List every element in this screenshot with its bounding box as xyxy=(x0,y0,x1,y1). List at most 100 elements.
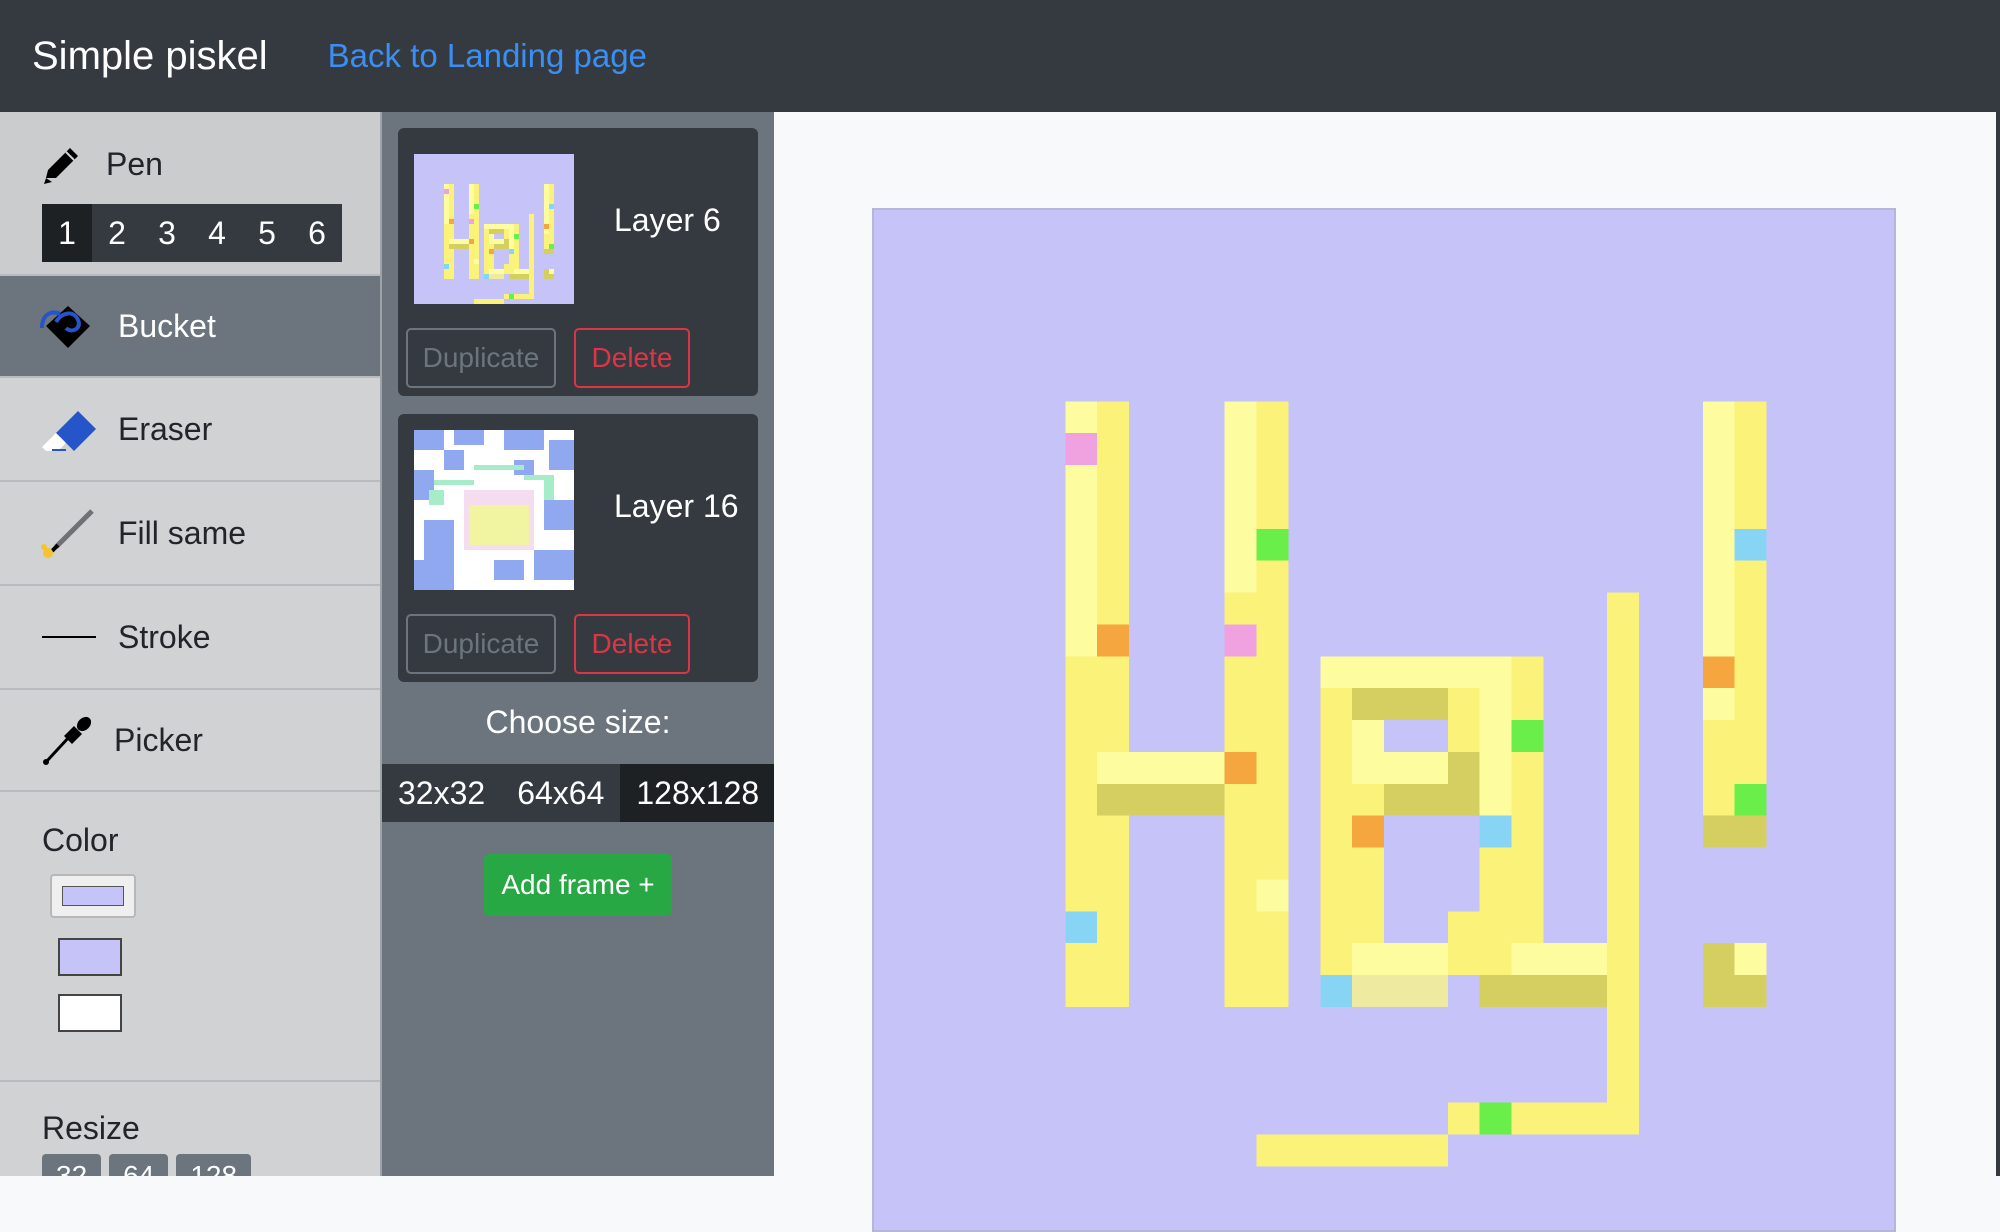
pen-tool[interactable]: Pen 1 2 3 4 5 6 xyxy=(0,112,380,276)
pixel-block xyxy=(549,244,554,249)
pixel-block xyxy=(489,274,504,279)
pixel-block xyxy=(469,219,474,224)
pixel-block xyxy=(1702,943,1735,975)
pixel-block xyxy=(529,214,534,299)
layer-card: Layer 6 Duplicate Delete xyxy=(398,128,758,396)
thumbnail-blob xyxy=(549,440,574,470)
pixel-block xyxy=(1097,783,1225,816)
pixel-block xyxy=(474,259,479,264)
resize-128-button[interactable]: 128 xyxy=(176,1154,252,1176)
layer-thumbnail[interactable] xyxy=(414,430,574,590)
pixel-block xyxy=(469,184,474,214)
pixel-block xyxy=(544,224,549,229)
pixel-block xyxy=(1479,975,1608,1007)
duplicate-button[interactable]: Duplicate xyxy=(406,328,556,388)
color-input-swatch xyxy=(62,886,124,906)
resize-64-button[interactable]: 64 xyxy=(109,1154,169,1176)
thumbnail-blob xyxy=(454,430,484,445)
pixel-block xyxy=(1097,624,1129,657)
pixel-block xyxy=(509,274,529,279)
pixel-block xyxy=(1320,975,1353,1007)
pixel-block xyxy=(1702,656,1735,689)
pixel-block xyxy=(1479,656,1512,816)
thumbnail-blob xyxy=(534,550,574,580)
pixel-block xyxy=(1352,720,1384,784)
pixel-block xyxy=(1224,624,1257,657)
pen-size-5[interactable]: 5 xyxy=(242,204,292,262)
tools-sidebar: Pen 1 2 3 4 5 6 Bucket Eraser Fill same … xyxy=(0,112,382,1176)
pixel-block xyxy=(549,204,554,209)
pixel-block xyxy=(549,269,554,274)
layer-thumbnail[interactable] xyxy=(414,144,574,304)
app-title: Simple piskel xyxy=(32,33,268,78)
pen-size-1[interactable]: 1 xyxy=(42,204,92,262)
add-frame-button[interactable]: Add frame + xyxy=(484,854,672,916)
size-button-group: 32x32 64x64 128x128 xyxy=(382,764,776,822)
size-64-option[interactable]: 64x64 xyxy=(501,764,620,822)
pixel-block xyxy=(514,269,529,274)
pixel-block xyxy=(1479,815,1512,848)
pixel-block xyxy=(1702,815,1767,848)
color-section: Color xyxy=(0,792,380,1082)
fill-same-icon xyxy=(38,507,98,559)
choose-size-title: Choose size: xyxy=(485,704,671,740)
fill-same-label: Fill same xyxy=(118,514,247,551)
pixel-block xyxy=(1256,879,1289,912)
color-input[interactable] xyxy=(50,874,136,918)
size-128-option[interactable]: 128x128 xyxy=(620,764,776,822)
fill-same-tool[interactable]: Fill same xyxy=(0,482,380,586)
pixel-block xyxy=(1607,592,1639,1135)
thumbnail-stroke xyxy=(544,480,554,500)
pixel-block xyxy=(484,229,489,279)
pixel-block xyxy=(509,294,514,299)
bucket-label: Bucket xyxy=(118,307,216,344)
bucket-tool[interactable]: Bucket xyxy=(0,276,380,378)
drawing-canvas[interactable] xyxy=(872,208,1896,1232)
picker-icon xyxy=(38,714,98,766)
stroke-tool[interactable]: Stroke xyxy=(0,586,380,690)
pixel-block xyxy=(469,239,474,244)
pixel-block xyxy=(504,239,509,244)
pen-label: Pen xyxy=(106,145,163,182)
resize-title: Resize xyxy=(42,1110,140,1146)
picker-tool[interactable]: Picker xyxy=(0,690,380,792)
pixel-block xyxy=(1447,911,1480,975)
delete-button[interactable]: Delete xyxy=(574,614,690,674)
thumbnail-blob xyxy=(504,430,544,450)
pixel-block xyxy=(544,269,549,274)
pixel-block xyxy=(474,204,479,209)
delete-button[interactable]: Delete xyxy=(574,328,690,388)
pixel-block xyxy=(449,239,469,244)
stroke-icon xyxy=(42,611,102,663)
layer-name: Layer 6 xyxy=(614,202,721,238)
pixel-block xyxy=(484,224,509,229)
size-32-option[interactable]: 32x32 xyxy=(382,764,501,822)
resize-32-button[interactable]: 32 xyxy=(42,1154,102,1176)
pen-size-2[interactable]: 2 xyxy=(92,204,142,262)
pen-size-4[interactable]: 4 xyxy=(192,204,242,262)
secondary-color-swatch[interactable] xyxy=(58,994,122,1032)
thumbnail-blob xyxy=(544,500,574,530)
thumbnail-stroke xyxy=(434,480,474,485)
frames-panel: Layer 6 Duplicate Delete Layer 16 Duplic… xyxy=(382,112,776,1176)
thumbnail-stroke xyxy=(429,490,444,505)
pixel-block xyxy=(1479,1102,1512,1135)
primary-color-swatch[interactable] xyxy=(58,938,122,976)
pixel-block xyxy=(474,299,504,304)
pixel-block xyxy=(1702,975,1767,1007)
pixel-block xyxy=(544,249,554,254)
eraser-tool[interactable]: Eraser xyxy=(0,378,380,482)
pen-size-6[interactable]: 6 xyxy=(292,204,342,262)
pixel-block xyxy=(1734,783,1767,816)
pixel-block xyxy=(1256,1134,1448,1167)
pen-size-3[interactable]: 3 xyxy=(142,204,192,262)
thumbnail-blob xyxy=(414,560,454,590)
thumbnail-stroke xyxy=(474,465,524,470)
back-to-landing-link[interactable]: Back to Landing page xyxy=(328,37,647,75)
bucket-icon xyxy=(38,300,98,352)
duplicate-button[interactable]: Duplicate xyxy=(406,614,556,674)
pixel-block xyxy=(544,274,554,279)
pixel-block xyxy=(1352,688,1448,720)
eraser-icon xyxy=(38,403,98,455)
pixel-block xyxy=(484,274,489,279)
